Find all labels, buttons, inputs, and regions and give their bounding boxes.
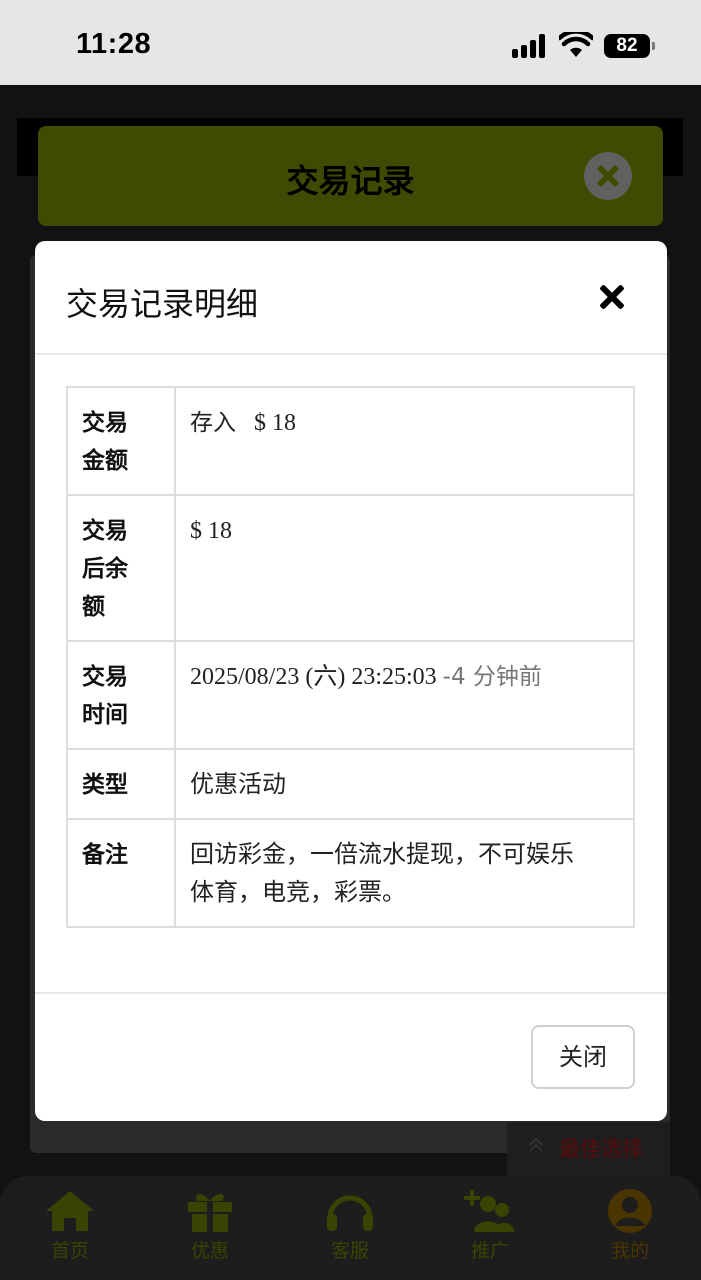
nav-label-me: 我的	[610, 1240, 649, 1262]
divider	[35, 992, 667, 994]
row-value-type: 优惠活动	[174, 748, 635, 820]
modal-title: 交易记录明细	[66, 285, 259, 323]
nav-label-referral: 推广	[470, 1240, 509, 1262]
row-value-note: 回访彩金，一倍流水提现，不可娱乐 体育，电竞，彩票。	[174, 818, 635, 928]
nav-label-promotions: 优惠	[190, 1240, 229, 1262]
row-label-amount: 交易 金额	[66, 386, 176, 496]
table-row: 交易 金额 存入 $ 18	[66, 386, 635, 496]
page-close-icon[interactable]	[584, 152, 632, 200]
nav-label-support: 客服	[330, 1240, 369, 1262]
close-icon[interactable]	[595, 281, 629, 315]
row-label-note: 备注	[66, 818, 176, 928]
add-user-icon	[464, 1190, 514, 1232]
page-title-bar: 交易记录	[38, 126, 663, 226]
row-value-balance: $ 18	[174, 494, 635, 642]
detail-table: 交易 金额 存入 $ 18 交易 后余 额 $ 18 交易 时间 2025/08…	[66, 386, 635, 928]
nav-item-home[interactable]: 首页	[20, 1188, 120, 1263]
row-label-balance: 交易 后余 额	[66, 494, 176, 642]
table-row: 类型 优惠活动	[66, 748, 635, 820]
row-label-type: 类型	[66, 748, 176, 820]
table-row: 交易 时间 2025/08/23 (六) 23:25:03 -4 分钟前	[66, 640, 635, 750]
transaction-detail-modal: 交易记录明细 交易 金额 存入 $ 18 交易 后余 额 $ 18 交易 时间 …	[35, 241, 667, 1121]
headset-icon	[327, 1195, 373, 1231]
table-row: 备注 回访彩金，一倍流水提现，不可娱乐 体育，电竞，彩票。	[66, 818, 635, 928]
best-choice-button[interactable]: 最佳选择	[507, 1122, 670, 1176]
best-choice-label: 最佳选择	[559, 1137, 643, 1161]
transaction-datetime: 2025/08/23 (六) 23:25:03	[190, 664, 437, 690]
transaction-amount: $ 18	[254, 410, 296, 436]
row-label-time: 交易 时间	[66, 640, 176, 750]
close-button[interactable]: 关闭	[531, 1025, 635, 1089]
battery-icon: 82	[604, 34, 655, 58]
row-value-time: 2025/08/23 (六) 23:25:03 -4 分钟前	[174, 640, 635, 750]
user-circle-icon	[608, 1189, 652, 1233]
table-row: 交易 后余 额 $ 18	[66, 494, 635, 642]
bottom-nav: 首页 优惠 客服 推广 我的	[0, 1176, 701, 1280]
nav-item-promotions[interactable]: 优惠	[160, 1188, 260, 1263]
divider	[35, 353, 667, 355]
status-bar: 11:28 82	[0, 0, 701, 85]
row-value-amount: 存入 $ 18	[174, 386, 635, 496]
transaction-direction: 存入	[190, 410, 236, 436]
wifi-icon	[559, 32, 593, 57]
nav-label-home: 首页	[50, 1240, 89, 1262]
nav-item-support[interactable]: 客服	[300, 1188, 400, 1263]
relative-time: -4 分钟前	[442, 664, 542, 690]
home-icon	[46, 1191, 94, 1231]
status-time: 11:28	[76, 28, 152, 60]
cellular-signal-icon	[512, 34, 548, 58]
nav-item-me[interactable]: 我的	[580, 1188, 680, 1263]
page-title: 交易记录	[286, 162, 415, 200]
double-chevron-up-icon	[529, 1138, 543, 1152]
nav-item-referral[interactable]: 推广	[440, 1188, 540, 1263]
gift-icon	[188, 1194, 232, 1232]
